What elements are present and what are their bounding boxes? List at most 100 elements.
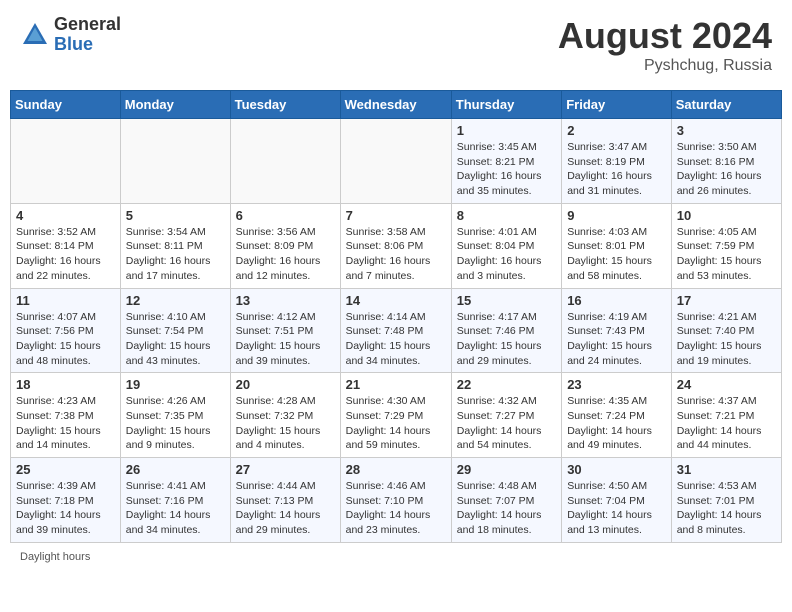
day-info: Sunrise: 4:07 AMSunset: 7:56 PMDaylight:… (16, 310, 115, 369)
day-number: 3 (677, 123, 776, 138)
calendar-cell: 23 Sunrise: 4:35 AMSunset: 7:24 PMDayligh… (562, 373, 672, 458)
calendar-cell: 22Sunrise: 4:32 AMSunset: 7:27 PMDayligh… (451, 373, 561, 458)
calendar-cell: 31 Sunrise: 4:53 AMSunset: 7:01 PMDayligh… (671, 458, 781, 543)
day-number: 21 (346, 377, 446, 392)
day-info: Sunrise: 4:39 AMSunset: 7:18 PMDaylight:… (16, 479, 115, 538)
day-info: Sunrise: 3:56 AMSunset: 8:09 PMDaylight:… (236, 225, 335, 284)
day-number: 22 (457, 377, 556, 392)
calendar-cell: 4 Sunrise: 3:52 AMSunset: 8:14 PMDaylight… (11, 203, 121, 288)
month-year-title: August 2024 (558, 15, 772, 57)
day-number: 6 (236, 208, 335, 223)
day-number: 18 (16, 377, 115, 392)
calendar-cell: 18 Sunrise: 4:23 AMSunset: 7:38 PMDayligh… (11, 373, 121, 458)
calendar-table: SundayMondayTuesdayWednesdayThursdayFrid… (10, 90, 782, 543)
logo-blue-text: Blue (54, 35, 121, 55)
calendar-cell: 10Sunrise: 4:05 AMSunset: 7:59 PMDayligh… (671, 203, 781, 288)
day-number: 28 (346, 462, 446, 477)
day-number: 14 (346, 293, 446, 308)
day-info: Sunrise: 4:10 AMSunset: 7:54 PMDaylight:… (126, 310, 225, 369)
day-info: Sunrise: 4:21 AMSunset: 7:40 PMDaylight:… (677, 310, 776, 369)
calendar-cell: 29Sunrise: 4:48 AMSunset: 7:07 PMDayligh… (451, 458, 561, 543)
calendar-cell: 28 Sunrise: 4:46 AMSunset: 7:10 PMDayligh… (340, 458, 451, 543)
calendar-day-header: Friday (562, 91, 672, 119)
day-info: Sunrise: 3:50 AMSunset: 8:16 PMDaylight:… (677, 140, 776, 199)
calendar-cell: 25Sunrise: 4:39 AMSunset: 7:18 PMDayligh… (11, 458, 121, 543)
day-info: Sunrise: 4:46 AMSunset: 7:10 PMDaylight:… (346, 479, 446, 538)
day-number: 16 (567, 293, 666, 308)
day-info: Sunrise: 4:44 AMSunset: 7:13 PMDaylight:… (236, 479, 335, 538)
calendar-day-header: Saturday (671, 91, 781, 119)
logo: General Blue (20, 15, 121, 55)
calendar-cell: 7 Sunrise: 3:58 AMSunset: 8:06 PMDaylight… (340, 203, 451, 288)
day-info: Sunrise: 3:54 AMSunset: 8:11 PMDaylight:… (126, 225, 225, 284)
logo-general-text: General (54, 15, 121, 35)
calendar-cell: 24 Sunrise: 4:37 AMSunset: 7:21 PMDayligh… (671, 373, 781, 458)
calendar-cell: 26Sunrise: 4:41 AMSunset: 7:16 PMDayligh… (120, 458, 230, 543)
day-number: 5 (126, 208, 225, 223)
day-info: Sunrise: 4:03 AMSunset: 8:01 PMDaylight:… (567, 225, 666, 284)
day-number: 8 (457, 208, 556, 223)
calendar-header-row: SundayMondayTuesdayWednesdayThursdayFrid… (11, 91, 782, 119)
calendar-week-row: 1Sunrise: 3:45 AMSunset: 8:21 PMDaylight… (11, 119, 782, 204)
calendar-cell: 17 Sunrise: 4:21 AMSunset: 7:40 PMDayligh… (671, 288, 781, 373)
calendar-cell: 27 Sunrise: 4:44 AMSunset: 7:13 PMDayligh… (230, 458, 340, 543)
calendar-day-header: Thursday (451, 91, 561, 119)
day-number: 13 (236, 293, 335, 308)
calendar-cell: 2Sunrise: 3:47 AMSunset: 8:19 PMDaylight… (562, 119, 672, 204)
day-number: 26 (126, 462, 225, 477)
daylight-label: Daylight hours (20, 551, 90, 563)
day-info: Sunrise: 4:50 AMSunset: 7:04 PMDaylight:… (567, 479, 666, 538)
day-number: 31 (677, 462, 776, 477)
day-number: 23 (567, 377, 666, 392)
calendar-day-header: Monday (120, 91, 230, 119)
calendar-day-header: Tuesday (230, 91, 340, 119)
calendar-day-header: Sunday (11, 91, 121, 119)
calendar-cell: 21 Sunrise: 4:30 AMSunset: 7:29 PMDayligh… (340, 373, 451, 458)
calendar-cell: 12 Sunrise: 4:10 AMSunset: 7:54 PMDayligh… (120, 288, 230, 373)
day-number: 4 (16, 208, 115, 223)
calendar-cell: 5 Sunrise: 3:54 AMSunset: 8:11 PMDaylight… (120, 203, 230, 288)
day-number: 27 (236, 462, 335, 477)
day-info: Sunrise: 4:12 AMSunset: 7:51 PMDaylight:… (236, 310, 335, 369)
day-number: 9 (567, 208, 666, 223)
calendar-cell: 19 Sunrise: 4:26 AMSunset: 7:35 PMDayligh… (120, 373, 230, 458)
day-info: Sunrise: 3:52 AMSunset: 8:14 PMDaylight:… (16, 225, 115, 284)
calendar-cell: 14Sunrise: 4:14 AMSunset: 7:48 PMDayligh… (340, 288, 451, 373)
logo-icon (20, 20, 50, 50)
calendar-week-row: 25Sunrise: 4:39 AMSunset: 7:18 PMDayligh… (11, 458, 782, 543)
day-number: 12 (126, 293, 225, 308)
day-info: Sunrise: 4:28 AMSunset: 7:32 PMDaylight:… (236, 394, 335, 453)
day-info: Sunrise: 4:26 AMSunset: 7:35 PMDaylight:… (126, 394, 225, 453)
day-number: 19 (126, 377, 225, 392)
day-info: Sunrise: 4:37 AMSunset: 7:21 PMDaylight:… (677, 394, 776, 453)
day-info: Sunrise: 3:58 AMSunset: 8:06 PMDaylight:… (346, 225, 446, 284)
calendar-week-row: 11Sunrise: 4:07 AMSunset: 7:56 PMDayligh… (11, 288, 782, 373)
day-number: 24 (677, 377, 776, 392)
calendar-cell: 20 Sunrise: 4:28 AMSunset: 7:32 PMDayligh… (230, 373, 340, 458)
calendar-cell (120, 119, 230, 204)
calendar-cell (11, 119, 121, 204)
day-info: Sunrise: 4:19 AMSunset: 7:43 PMDaylight:… (567, 310, 666, 369)
day-info: Sunrise: 4:05 AMSunset: 7:59 PMDaylight:… (677, 225, 776, 284)
calendar-cell: 9 Sunrise: 4:03 AMSunset: 8:01 PMDaylight… (562, 203, 672, 288)
day-number: 7 (346, 208, 446, 223)
day-number: 1 (457, 123, 556, 138)
calendar-cell (340, 119, 451, 204)
calendar-cell (230, 119, 340, 204)
calendar-cell: 1Sunrise: 3:45 AMSunset: 8:21 PMDaylight… (451, 119, 561, 204)
calendar-cell: 16 Sunrise: 4:19 AMSunset: 7:43 PMDayligh… (562, 288, 672, 373)
day-number: 15 (457, 293, 556, 308)
calendar-cell: 3 Sunrise: 3:50 AMSunset: 8:16 PMDaylight… (671, 119, 781, 204)
day-info: Sunrise: 4:30 AMSunset: 7:29 PMDaylight:… (346, 394, 446, 453)
day-info: Sunrise: 4:53 AMSunset: 7:01 PMDaylight:… (677, 479, 776, 538)
day-number: 17 (677, 293, 776, 308)
calendar-week-row: 18 Sunrise: 4:23 AMSunset: 7:38 PMDayligh… (11, 373, 782, 458)
daylight-note: Daylight hours (10, 547, 782, 567)
day-info: Sunrise: 4:23 AMSunset: 7:38 PMDaylight:… (16, 394, 115, 453)
calendar-week-row: 4 Sunrise: 3:52 AMSunset: 8:14 PMDaylight… (11, 203, 782, 288)
calendar-day-header: Wednesday (340, 91, 451, 119)
page-header: General Blue August 2024 Pyshchug, Russi… (10, 10, 782, 80)
day-info: Sunrise: 4:48 AMSunset: 7:07 PMDaylight:… (457, 479, 556, 538)
day-number: 20 (236, 377, 335, 392)
day-info: Sunrise: 4:35 AMSunset: 7:24 PMDaylight:… (567, 394, 666, 453)
